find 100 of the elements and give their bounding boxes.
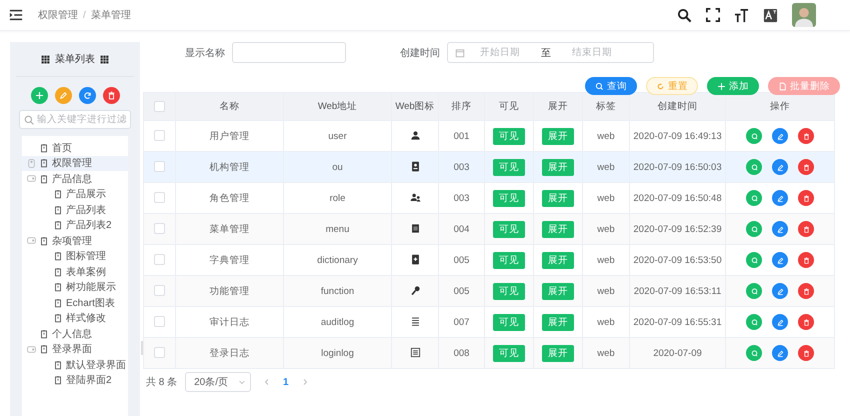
table-row[interactable]: 机构管理 ou 003 可见 展开 web 2020-07-09 16:50:03 — [144, 152, 834, 182]
clipboard-icon — [53, 375, 63, 386]
chevron-left-icon[interactable] — [263, 378, 272, 386]
table-cell: 2020-07-09 16:50:03 — [630, 152, 726, 182]
clipboard-icon — [53, 298, 63, 308]
view-button[interactable] — [746, 190, 762, 206]
tree-item[interactable]: 产品展示 — [22, 186, 128, 202]
table-cell: 机构管理 — [176, 152, 284, 182]
delete-button[interactable] — [798, 159, 814, 175]
tree-item[interactable]: 杂项管理 — [22, 233, 128, 248]
tree-item[interactable]: 登陆界面2 — [22, 372, 128, 388]
edit-button[interactable] — [772, 221, 788, 237]
view-button[interactable] — [746, 314, 762, 330]
search-icon — [595, 82, 604, 90]
tree-item[interactable]: 样式修改 — [22, 310, 128, 326]
document-icon — [778, 82, 787, 90]
tree-item[interactable]: 产品列表 — [22, 202, 128, 218]
checkbox[interactable] — [154, 347, 165, 358]
table-cell: function — [284, 276, 392, 306]
status-tag: 展开 — [542, 344, 574, 362]
search-icon[interactable] — [677, 8, 692, 22]
delete-button[interactable] — [798, 221, 814, 237]
table-row[interactable]: 功能管理 function 005 可见 展开 web 2020-07-09 16:53:11 — [144, 276, 834, 306]
checkbox[interactable] — [154, 316, 165, 328]
clipboard-icon — [53, 251, 63, 262]
pencil-icon — [776, 194, 784, 202]
tree-item[interactable]: 图标管理 — [22, 248, 128, 264]
translate-icon[interactable] — [763, 8, 778, 22]
delete-button[interactable] — [798, 314, 814, 330]
name-input[interactable] — [232, 42, 346, 63]
id-card-icon — [410, 161, 420, 172]
delete-button[interactable] — [798, 190, 814, 206]
view-button[interactable] — [746, 159, 762, 175]
edit-button[interactable] — [772, 159, 788, 175]
view-button[interactable] — [746, 128, 762, 144]
edit-button[interactable] — [772, 283, 788, 299]
delete-button[interactable] — [798, 345, 814, 361]
edit-button[interactable] — [54, 87, 72, 104]
tree-item[interactable]: 产品列表2 — [22, 218, 128, 233]
page-size-select[interactable]: 20条/页 — [185, 372, 252, 392]
search-input[interactable]: 输入关键字进行过滤 — [37, 114, 127, 125]
tree-item[interactable]: 树功能展示 — [22, 280, 128, 295]
expand-icon[interactable] — [26, 158, 36, 168]
delete-button[interactable] — [798, 283, 814, 299]
menu-icon[interactable] — [9, 8, 23, 22]
table-cell: loginlog — [284, 338, 392, 368]
fullscreen-icon[interactable] — [706, 8, 720, 22]
checkbox[interactable] — [154, 130, 165, 142]
edit-button[interactable] — [772, 252, 788, 268]
breadcrumb-item[interactable]: 权限管理 — [38, 8, 78, 22]
tree-item[interactable]: 表单案例 — [22, 264, 128, 280]
view-button[interactable] — [746, 345, 762, 361]
status-tag: 可见 — [493, 190, 525, 206]
view-button[interactable] — [746, 252, 762, 268]
font-size-icon[interactable] — [734, 8, 749, 22]
collapse-icon[interactable] — [26, 174, 36, 184]
checkbox[interactable] — [154, 161, 165, 172]
search-icon — [24, 114, 34, 124]
table-cell: 003 — [438, 152, 484, 182]
delete-button[interactable] — [798, 252, 814, 268]
grid-icon — [41, 54, 50, 64]
avatar-icon[interactable] — [792, 3, 816, 27]
total-count: 共 8 条 — [146, 376, 178, 389]
edit-button[interactable] — [772, 345, 788, 361]
table-row[interactable]: 登录日志 loginlog 008 可见 展开 web 2020-07-09 — [144, 338, 834, 368]
tree-item[interactable]: 默认登录界面 — [22, 357, 128, 372]
checkbox[interactable] — [154, 192, 165, 204]
people-icon — [410, 192, 420, 204]
checkbox[interactable] — [154, 100, 165, 112]
page-number[interactable]: 1 — [283, 376, 289, 388]
collapse-icon[interactable] — [26, 236, 36, 246]
tree-item[interactable]: Echart图表 — [22, 295, 128, 310]
view-button[interactable] — [746, 221, 762, 237]
tree-item[interactable]: 个人信息 — [22, 326, 128, 342]
refresh-button[interactable] — [78, 87, 96, 104]
status-tag: 展开 — [542, 282, 574, 300]
checkbox[interactable] — [154, 285, 165, 296]
refresh-icon — [82, 90, 92, 101]
edit-button[interactable] — [772, 128, 788, 144]
checkbox[interactable] — [154, 254, 165, 266]
tree-item[interactable]: 权限管理 — [22, 156, 128, 171]
edit-button[interactable] — [772, 314, 788, 330]
search-button[interactable]: 查询 — [585, 77, 637, 95]
date-range-field[interactable]: 开始日期 至 结束日期 — [447, 42, 654, 63]
table-row[interactable]: 菜单管理 menu 004 可见 展开 web 2020-07-09 16:52:39 — [144, 214, 834, 244]
checkbox[interactable] — [154, 223, 165, 234]
person-icon — [410, 130, 420, 142]
view-button[interactable] — [746, 283, 762, 299]
chevron-right-icon[interactable] — [300, 378, 309, 386]
tree-item[interactable]: 首页 — [22, 140, 128, 156]
collapse-icon[interactable] — [26, 344, 36, 354]
add-button[interactable] — [30, 87, 48, 104]
delete-button[interactable] — [102, 87, 120, 104]
search-box[interactable]: 输入关键字进行过滤 — [19, 110, 131, 129]
tree-item[interactable]: 产品信息 — [22, 171, 128, 186]
breadcrumb-item[interactable]: 菜单管理 — [90, 8, 131, 22]
tree-item[interactable]: 登录界面 — [22, 342, 128, 357]
delete-button[interactable] — [798, 128, 814, 144]
edit-button[interactable] — [772, 190, 788, 206]
table-cell: 2020-07-09 — [630, 338, 726, 368]
